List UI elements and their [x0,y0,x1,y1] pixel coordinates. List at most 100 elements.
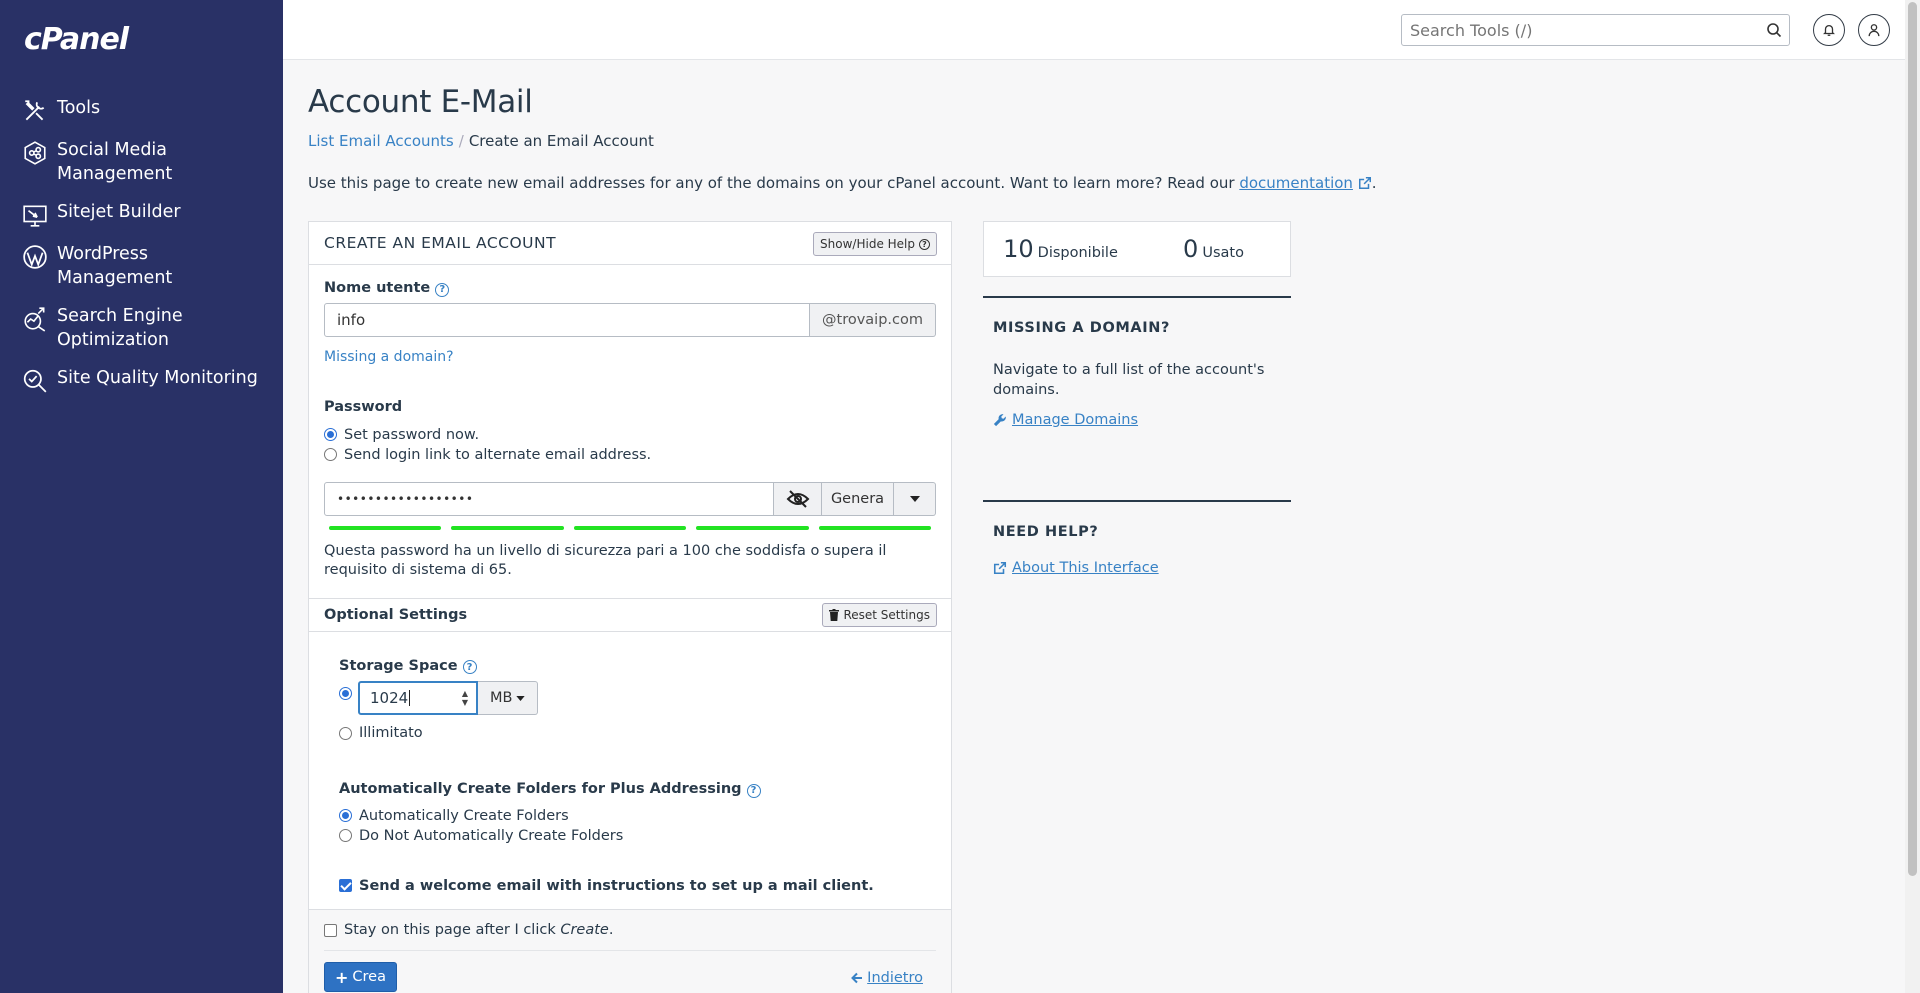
help-icon[interactable]: ? [435,282,450,297]
sidebar-item-tools[interactable]: Tools [0,92,283,124]
radio-send-login-link[interactable]: Send login link to alternate email addre… [324,445,936,465]
stat-available-label: Disponibile [1037,245,1118,261]
eye-slash-icon [786,489,809,508]
toggle-password-visibility-button[interactable] [774,481,822,516]
cpanel-logo[interactable]: cPanel [24,22,129,57]
generate-options-dropdown[interactable] [894,481,936,516]
password-section: Password Set password now. Send login li… [309,365,951,580]
spinner-arrows[interactable]: ▲ ▼ [462,689,468,707]
storage-quota-value: 1024 [370,689,409,707]
user-menu-button[interactable] [1858,14,1890,46]
strength-segment [818,525,932,530]
password-input-group: Genera [324,481,936,516]
username-label-text: Nome utente [324,280,431,296]
strength-segment [573,525,687,530]
wrench-icon [993,414,1006,427]
radio-button[interactable] [324,448,337,461]
storage-quota-input[interactable]: 1024 ▲ ▼ [358,681,478,715]
intro-text-end: . [1371,174,1377,192]
sidebar-item-label: Tools [57,98,101,118]
search-input[interactable] [1402,15,1742,45]
sidebar-item-label: Search Engine Optimization [57,306,183,350]
help-icon[interactable]: ? [746,783,761,798]
panel-header: CREATE AN EMAIL ACCOUNT Show/Hide Help? [309,222,951,265]
welcome-email-checkbox[interactable] [339,879,352,892]
radio-label: Illimitato [359,725,423,741]
back-link[interactable]: Indietro [851,970,923,986]
main-content: Account E-Mail List Email Accounts / Creat… [308,60,1888,993]
storage-unit-dropdown[interactable]: MB [478,681,539,715]
search-icon[interactable] [1766,22,1782,38]
radio-button[interactable] [324,428,337,441]
sidebar-item-label: Sitejet Builder [57,202,181,222]
stay-on-page-label: Stay on this page after I click [344,922,556,938]
manage-domains-link[interactable]: Manage Domains [993,412,1291,428]
password-input[interactable] [324,481,774,516]
sidebar-item-label: Site Quality Monitoring [57,368,258,388]
plus-addressing-label: Automatically Create Folders for Plus Ad… [339,781,921,798]
generate-password-button[interactable]: Genera [822,481,894,516]
reset-settings-button[interactable]: Reset Settings [822,602,937,627]
missing-domain-title: MISSING A DOMAIN? [993,320,1170,336]
stay-on-page-checkbox-row[interactable]: Stay on this page after I click Create. [324,920,613,940]
storage-quota-row: 1024 ▲ ▼ MB [339,681,921,715]
stat-available-number: 10 [1003,235,1034,263]
page-scrollbar[interactable] [1905,0,1920,993]
panel-title: CREATE AN EMAIL ACCOUNT [324,234,557,252]
radio-auto-create-folders[interactable]: Automatically Create Folders [339,806,921,826]
about-interface-link[interactable]: About This Interface [993,560,1291,576]
about-interface-label: About This Interface [1012,560,1159,576]
help-icon[interactable]: ? [462,660,477,674]
username-input[interactable] [324,302,811,337]
missing-domain-link[interactable]: Missing a domain? [324,349,454,365]
sidebar-item-seo[interactable]: Search Engine Optimization [0,300,283,352]
footer-divider [324,950,936,951]
username-label: Nome utente? [324,280,936,297]
radio-button[interactable] [339,809,352,822]
social-media-icon [24,141,46,165]
welcome-email-checkbox-row[interactable]: Send a welcome email with instructions t… [339,876,921,896]
radio-set-password-now[interactable]: Set password now. [324,425,936,445]
radio-label: Automatically Create Folders [359,807,569,824]
optional-settings-title: Optional Settings [324,606,468,623]
sidebar-item-social-media[interactable]: Social Media Management [0,134,283,186]
documentation-link[interactable]: documentation [1239,174,1353,192]
caret-down-icon [516,695,526,701]
plus-icon: + [335,967,349,987]
sidebar-item-sitejet[interactable]: Sitejet Builder [0,196,283,228]
radio-no-auto-create-folders[interactable]: Do Not Automatically Create Folders [339,826,921,846]
scrollbar-thumb[interactable] [1908,2,1917,876]
radio-storage-quota[interactable] [339,687,352,700]
create-email-panel: CREATE AN EMAIL ACCOUNT Show/Hide Help? … [308,221,952,993]
radio-unlimited[interactable]: Illimitato [339,723,921,743]
password-strength-meter [324,525,936,530]
page-title: Account E-Mail [308,84,533,120]
breadcrumb-list-email-accounts[interactable]: List Email Accounts [308,132,454,150]
plus-addressing-label-text: Automatically Create Folders for Plus Ad… [339,781,742,797]
create-button[interactable]: + Crea [324,962,397,992]
sidebar: cPanel Tools Social Media Management Sit… [0,0,283,993]
radio-button[interactable] [339,829,352,842]
stay-on-page-checkbox[interactable] [324,923,337,937]
stat-used-number: 0 [1183,235,1199,263]
missing-domain-box: MISSING A DOMAIN? Navigate to a full lis… [983,296,1291,428]
missing-domain-text: Navigate to a full list of the account's… [993,362,1265,398]
username-input-group: @trovaip.com [324,302,936,337]
radio-label: Do Not Automatically Create Folders [359,827,624,844]
show-hide-help-label: Show/Hide Help [820,237,915,251]
bell-icon [1823,24,1835,36]
radio-button[interactable] [339,726,352,740]
sidebar-item-site-quality[interactable]: Site Quality Monitoring [0,362,283,394]
notifications-button[interactable] [1813,14,1845,46]
welcome-email-label: Send a welcome email with instructions t… [359,877,874,894]
sidebar-item-wordpress[interactable]: WordPress Management [0,238,283,290]
help-icon: ? [919,238,930,250]
show-hide-help-button[interactable]: Show/Hide Help? [813,232,937,256]
top-bar [283,0,1905,60]
wordpress-icon [23,245,47,269]
search-box [1401,14,1790,46]
arrow-left-icon [851,972,863,984]
radio-label: Set password now. [344,426,480,443]
storage-unit-label: MB [490,690,513,706]
storage-label-text: Storage Space [339,657,458,674]
